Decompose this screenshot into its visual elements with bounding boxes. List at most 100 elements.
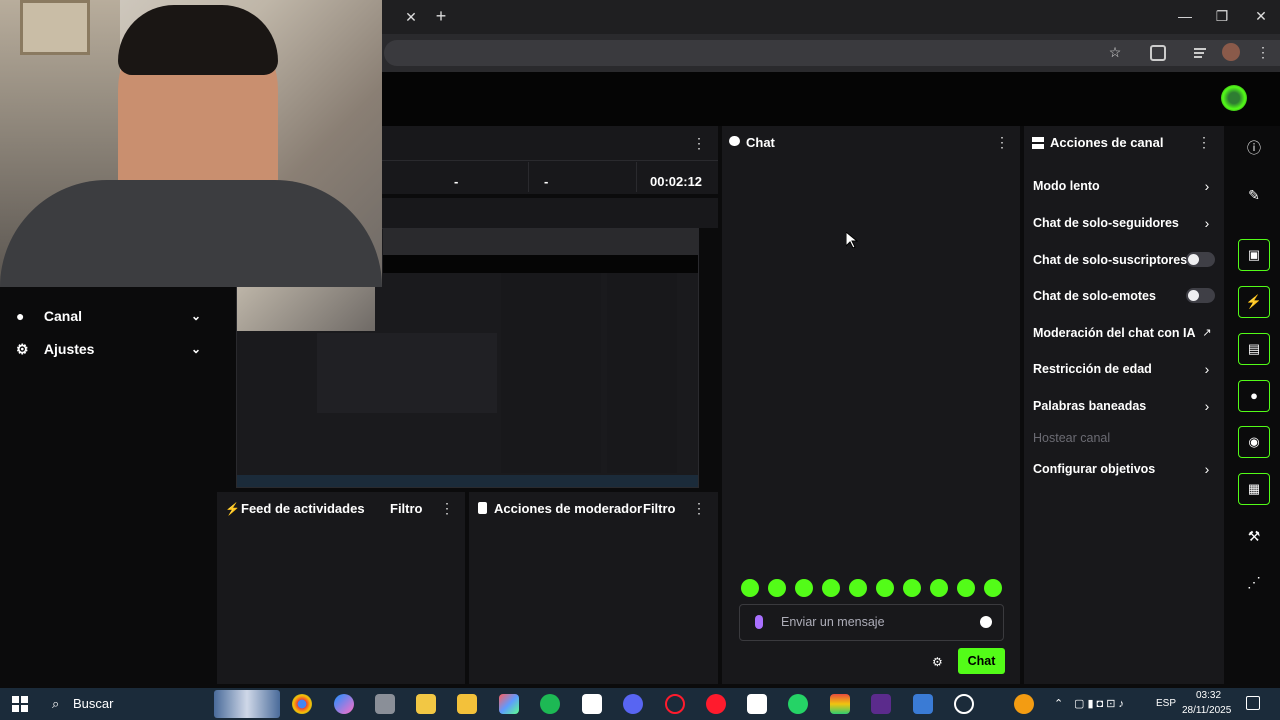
opera-icon[interactable] (706, 694, 726, 714)
lightning-icon[interactable]: ⚡ (1238, 286, 1270, 318)
screenshot-icon[interactable]: ▣ (1238, 239, 1270, 271)
action-ai-moderation[interactable]: Moderación del chat con IA (1033, 325, 1213, 341)
send-chat-button[interactable]: Chat (958, 648, 1005, 674)
taskbar-search-label[interactable]: Buscar (73, 696, 113, 711)
action-slow-mode[interactable]: Modo lento (1033, 178, 1213, 194)
media-control-icon[interactable] (1194, 46, 1210, 60)
chrome-icon[interactable] (292, 694, 312, 714)
profile-avatar[interactable] (1222, 43, 1240, 61)
minimize-button[interactable]: — (1174, 6, 1196, 26)
chat-menu-icon[interactable]: ⋮ (995, 135, 1009, 149)
emote-icon[interactable] (849, 579, 867, 597)
winrar-icon[interactable] (830, 694, 850, 714)
windows-start-icon[interactable] (12, 696, 28, 712)
emote-icon[interactable] (822, 579, 840, 597)
chevron-right-icon[interactable]: › (1200, 361, 1214, 377)
copilot-icon[interactable] (334, 694, 354, 714)
emote-icon[interactable] (768, 579, 786, 597)
emotes-only-toggle[interactable] (1186, 288, 1215, 303)
action-host-channel: Hostear canal (1033, 431, 1111, 445)
preview-actions (607, 273, 677, 473)
office-icon[interactable] (499, 694, 519, 714)
spotify-icon[interactable] (540, 694, 560, 714)
tray-app-icon[interactable] (1014, 694, 1034, 714)
notifications-icon[interactable] (1246, 696, 1260, 710)
action-goals[interactable]: Configurar objetivos (1033, 461, 1213, 477)
chat-icon[interactable]: ● (1238, 380, 1270, 412)
share-icon[interactable]: ⋰ (1238, 566, 1270, 598)
emote-icon[interactable] (741, 579, 759, 597)
wrench-icon[interactable]: ⚒ (1238, 520, 1270, 552)
search-icon[interactable]: ⌕ (52, 696, 59, 712)
emote-icon[interactable] (930, 579, 948, 597)
emote-icon[interactable] (984, 579, 1002, 597)
bookmark-star-icon[interactable]: ☆ (1106, 44, 1124, 62)
emote-icon[interactable] (795, 579, 813, 597)
taskbar-date[interactable]: 28/11/2025 (1182, 705, 1231, 716)
app-icon[interactable] (375, 694, 395, 714)
pencil-icon[interactable]: ✎ (1238, 179, 1270, 211)
emote-icon[interactable] (957, 579, 975, 597)
close-tab-button[interactable]: ✕ (400, 7, 422, 27)
notes-icon[interactable]: ▤ (1238, 333, 1270, 365)
chevron-right-icon[interactable]: › (1200, 178, 1214, 194)
layout-icon[interactable]: ▦ (1238, 473, 1270, 505)
close-window-button[interactable]: ✕ (1250, 6, 1272, 26)
sidebar-item-canal[interactable]: ● Canal ⌄ (16, 306, 201, 326)
info-icon[interactable]: ⓘ (1238, 132, 1270, 164)
taskbar-time[interactable]: 03:32 (1196, 690, 1221, 701)
file-explorer-icon[interactable] (457, 694, 477, 714)
emote-icon[interactable] (903, 579, 921, 597)
channel-actions-icon (1032, 136, 1044, 149)
preview-chat (501, 273, 601, 473)
user-avatar[interactable] (1221, 85, 1247, 111)
store-icon[interactable] (416, 694, 436, 714)
whatsapp-icon[interactable] (788, 694, 808, 714)
webcam-overlay (0, 0, 382, 287)
omnibox[interactable] (384, 40, 1280, 66)
message-input[interactable]: Enviar un mensaje (739, 604, 1004, 641)
tray-icons[interactable]: ▢ ▮ ◘ ⊡ ♪ (1074, 697, 1124, 710)
chevron-right-icon[interactable]: › (1200, 398, 1214, 414)
filter-button[interactable]: Filtro (643, 501, 676, 516)
channel-actions-menu-icon[interactable]: ⋮ (1197, 135, 1211, 149)
action-age-restriction[interactable]: Restricción de edad (1033, 361, 1213, 377)
document-app-icon[interactable] (582, 694, 602, 714)
broadcast-icon[interactable]: ◉ (1238, 426, 1270, 458)
activity-feed-menu-icon[interactable]: ⋮ (440, 501, 454, 515)
opera-gx-icon[interactable] (665, 694, 685, 714)
taskbar-widget-image[interactable] (214, 690, 280, 718)
window-app-icon[interactable] (913, 694, 933, 714)
subscribers-only-toggle[interactable] (1186, 252, 1215, 267)
maximize-button[interactable]: ❐ (1211, 6, 1233, 26)
mod-actions-title: Acciones de moderador (494, 501, 643, 516)
mm-app-icon[interactable] (871, 694, 891, 714)
action-followers-only[interactable]: Chat de solo-seguidores (1033, 215, 1213, 231)
tray-chevron-up-icon[interactable]: ⌃ (1054, 697, 1063, 710)
browser-menu-icon[interactable]: ⋮ (1256, 44, 1270, 62)
preview-taskbar (237, 475, 698, 487)
filter-button[interactable]: Filtro (390, 501, 423, 516)
obs-icon[interactable] (954, 694, 974, 714)
preview-video (317, 333, 497, 413)
mod-actions-menu-icon[interactable]: ⋮ (692, 501, 706, 515)
sidebar-item-ajustes[interactable]: ⚙ Ajustes ⌄ (16, 339, 201, 359)
gear-icon: ⚙ (16, 341, 29, 357)
stream-info-menu-icon[interactable]: ⋮ (692, 136, 706, 150)
mod-actions-panel: Acciones de moderador Filtro ⋮ (469, 492, 718, 684)
external-link-icon[interactable]: ↗ (1200, 325, 1214, 341)
emoji-icon[interactable] (980, 616, 992, 628)
document-icon (478, 502, 487, 514)
action-banned-words[interactable]: Palabras baneadas (1033, 398, 1213, 414)
notepad-icon[interactable] (747, 694, 767, 714)
new-tab-button[interactable]: + (430, 6, 452, 26)
extensions-icon[interactable] (1150, 45, 1166, 61)
discord-icon[interactable] (623, 694, 643, 714)
chevron-right-icon[interactable]: › (1200, 215, 1214, 231)
chat-settings-gear-icon[interactable]: ⚙ (932, 655, 943, 669)
emote-icon[interactable] (876, 579, 894, 597)
microphone-icon[interactable] (755, 615, 763, 629)
divider (528, 162, 529, 192)
keyboard-language[interactable]: ESP (1156, 698, 1176, 709)
chevron-right-icon[interactable]: › (1200, 461, 1214, 477)
